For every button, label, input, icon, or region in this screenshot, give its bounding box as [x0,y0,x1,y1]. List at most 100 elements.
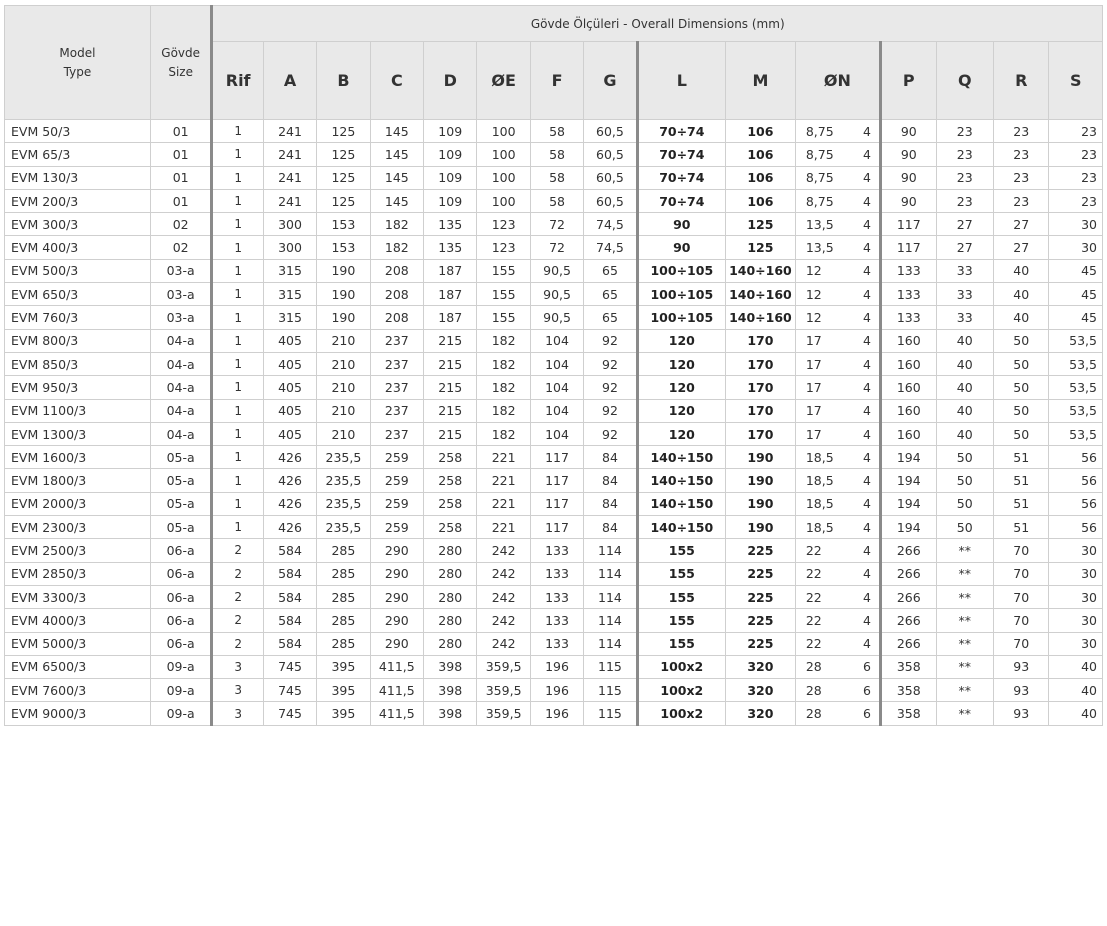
cell-n1: 18,5 [794,515,855,540]
cell-n2: 4 [854,375,882,400]
cell-p: 194 [879,445,937,470]
cell-rif: 1 [210,351,264,377]
cell-m: 140÷160 [724,282,796,307]
cell-a: 745 [262,654,318,680]
cell-d: 215 [423,351,478,377]
cell-p: 194 [879,491,937,517]
cell-f: 196 [529,701,585,726]
cell-s: 45 [1048,305,1103,330]
cell-c: 411,5 [369,678,425,703]
table-row: EVM 800/3 04-a 1 405 210 237 215 182 104 92 120 170… [4,328,1103,353]
cell-e: 221 [476,491,531,517]
cell-d: 398 [423,678,478,703]
cell-model: EVM 4000/3 [4,608,151,633]
cell-s: 23 [1048,188,1103,214]
cell-d: 258 [423,445,478,470]
cell-n1: 18,5 [794,491,855,517]
cell-n2: 4 [854,212,882,237]
cell-s: 40 [1048,701,1103,726]
cell-c: 411,5 [369,701,425,726]
cell-rif: 1 [210,421,264,447]
cell-r: 40 [993,305,1050,330]
cell-l: 140÷150 [635,491,726,517]
cell-n2: 6 [854,678,882,703]
cell-q: ** [935,631,995,656]
cell-q: 50 [935,445,995,470]
column-header-r: R [993,41,1050,120]
cell-size: 09-a [149,654,213,680]
cell-c: 145 [369,142,425,167]
cell-l: 70÷74 [635,165,726,190]
cell-l: 155 [635,584,726,610]
cell-p: 160 [879,421,937,447]
cell-f: 90,5 [529,282,585,307]
cell-q: 40 [935,421,995,447]
cell-d: 187 [423,258,478,284]
cell-c: 237 [369,421,425,447]
cell-n1: 17 [794,398,855,423]
column-header-s: S [1048,41,1103,120]
cell-model: EVM 9000/3 [4,701,151,726]
column-header-p: P [879,41,937,120]
cell-g: 114 [583,538,638,563]
cell-size: 03-a [149,305,213,330]
table-row: EVM 5000/3 06-a 2 584 285 290 280 242 133 114 155 2… [4,631,1103,656]
cell-r: 50 [993,421,1050,447]
cell-g: 115 [583,678,638,703]
cell-rif: 1 [210,282,264,307]
column-header-q: Q [935,41,995,120]
cell-m: 320 [724,654,796,680]
cell-g: 114 [583,584,638,610]
cell-q: 40 [935,328,995,353]
column-header-m: M [724,41,796,120]
cell-b: 235,5 [316,491,371,517]
cell-a: 426 [262,468,318,493]
cell-c: 145 [369,165,425,190]
column-header-c: C [369,41,425,120]
cell-r: 50 [993,375,1050,400]
cell-a: 426 [262,491,318,517]
cell-q: 40 [935,375,995,400]
cell-d: 280 [423,608,478,633]
cell-c: 411,5 [369,654,425,680]
cell-rif: 1 [210,305,264,330]
cell-rif: 2 [210,584,264,610]
cell-model: EVM 1100/3 [4,398,151,423]
header-row-group: Model Type Gövde Size Gövde Ölçüleri - O… [4,5,1103,120]
cell-c: 290 [369,608,425,633]
cell-c: 259 [369,515,425,540]
cell-size: 03-a [149,258,213,284]
cell-r: 23 [993,142,1050,167]
cell-s: 56 [1048,468,1103,493]
cell-model: EVM 2850/3 [4,561,151,586]
cell-g: 84 [583,445,638,470]
table-row: EVM 4000/3 06-a 2 584 285 290 280 242 133 114 155 2… [4,608,1103,633]
cell-p: 358 [879,678,937,703]
cell-b: 285 [316,584,371,610]
cell-m: 190 [724,468,796,493]
cell-q: ** [935,678,995,703]
cell-r: 70 [993,584,1050,610]
cell-p: 133 [879,258,937,284]
cell-p: 90 [879,165,937,190]
cell-s: 30 [1048,235,1103,260]
cell-s: 53,5 [1048,421,1103,447]
table-body: EVM 50/3 01 1 241 125 145 109 100 58 60,5 70÷74 106… [4,118,1103,726]
cell-n2: 4 [854,305,882,330]
cell-rif: 3 [210,654,264,680]
cell-c: 145 [369,118,425,144]
column-header-size: Gövde Size [149,5,213,120]
cell-model: EVM 2000/3 [4,491,151,517]
cell-l: 120 [635,398,726,423]
cell-g: 84 [583,468,638,493]
cell-n2: 4 [854,165,882,190]
table-row: EVM 200/3 01 1 241 125 145 109 100 58 60,5 70÷74 10… [4,188,1103,214]
cell-f: 117 [529,445,585,470]
cell-d: 135 [423,235,478,260]
cell-f: 117 [529,491,585,517]
cell-f: 133 [529,608,585,633]
cell-m: 225 [724,584,796,610]
cell-g: 65 [583,258,638,284]
table-row: EVM 400/3 02 1 300 153 182 135 123 72 74,5 90 125 13… [4,235,1103,260]
cell-model: EVM 2500/3 [4,538,151,563]
